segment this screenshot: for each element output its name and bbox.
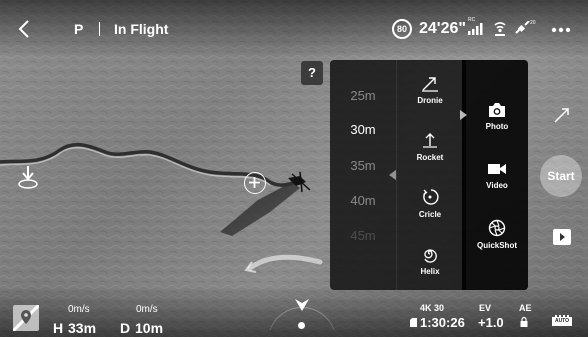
map-button[interactable]: [13, 305, 39, 331]
aircraft-heading-icon: [295, 299, 309, 311]
distance-option-selected[interactable]: 30m: [330, 122, 396, 137]
start-button[interactable]: Start: [540, 155, 582, 197]
distance-option[interactable]: 40m: [330, 193, 396, 208]
mode-label: Rocket: [416, 153, 444, 162]
playback-button[interactable]: [553, 229, 571, 245]
shot-type-video[interactable]: Video: [466, 161, 528, 190]
height-value: 33m: [68, 320, 97, 336]
chevron-left-icon[interactable]: [18, 19, 30, 39]
shot-type-label: Video: [486, 181, 508, 190]
header-divider: [99, 22, 100, 36]
distance-option[interactable]: 35m: [330, 158, 396, 173]
helix-icon: [424, 249, 437, 263]
ev-value[interactable]: +1.0: [478, 315, 504, 330]
flight-mode-letter: P: [74, 21, 84, 37]
quickshot-panel: 25m 30m 35m 40m 45m Dronie Rocket Cricle…: [330, 60, 528, 290]
intelligent-flight-icon[interactable]: [553, 106, 571, 124]
video-icon: [488, 164, 506, 174]
mode-helix[interactable]: Helix: [397, 245, 463, 276]
flight-time: 24'26": [419, 20, 466, 37]
mode-rocket[interactable]: Rocket: [397, 131, 463, 162]
camera-view: P In Flight 80 24'26" RC 20 ? 25m 30m 35…: [0, 0, 588, 337]
circle-icon: [423, 189, 439, 205]
add-target-button[interactable]: [244, 172, 266, 194]
distance-label: D: [120, 320, 131, 336]
height-label: H: [53, 320, 64, 336]
horizontal-speed: 0m/s: [68, 304, 90, 315]
home-point-icon: [18, 166, 38, 189]
dronie-icon: [422, 77, 438, 92]
vertical-speed: 0m/s: [136, 304, 158, 315]
mode-circle[interactable]: Cricle: [397, 188, 463, 219]
record-time: 1:30:26: [420, 315, 465, 330]
gimbal-dot: [298, 322, 305, 329]
distance-value: 10m: [135, 320, 164, 336]
shot-type-photo[interactable]: Photo: [466, 102, 528, 131]
shot-type-quickshot[interactable]: QuickShot: [466, 219, 528, 250]
battery-percent: 80: [396, 24, 407, 34]
flight-status: In Flight: [114, 21, 169, 37]
distance-option[interactable]: 45m: [330, 228, 396, 243]
ae-lock-icon[interactable]: [520, 317, 528, 327]
mode-label: Cricle: [418, 210, 442, 219]
auto-mode-button[interactable]: AUTO: [551, 313, 573, 327]
battery-indicator: 80: [392, 19, 412, 39]
gps-count: 20: [530, 20, 536, 26]
camera-icon: [489, 103, 505, 117]
panel-pointer: [460, 110, 467, 120]
help-label: ?: [308, 65, 316, 80]
shot-type-label: QuickShot: [476, 241, 517, 250]
signal-bars-icon: [468, 23, 483, 35]
sd-card-icon: [410, 318, 417, 327]
resolution: 4K 30: [420, 303, 445, 313]
play-icon: [560, 233, 565, 241]
mode-label: Helix: [420, 267, 440, 276]
help-button[interactable]: ?: [301, 61, 323, 85]
distance-list: 25m 30m 35m 40m 45m: [330, 60, 396, 290]
quickshot-icon: [488, 219, 506, 237]
plus-icon: [249, 177, 260, 188]
mode-label: Dronie: [417, 96, 443, 105]
map-pin-icon: [13, 305, 39, 331]
auto-label: AUTO: [554, 318, 570, 324]
flight-mode-list: Dronie Rocket Cricle Helix: [396, 60, 463, 290]
distance-option[interactable]: 25m: [330, 88, 396, 103]
ev-label: EV: [479, 303, 492, 313]
shot-type-list: Photo Video QuickShot: [462, 60, 528, 290]
transmission-icon: [494, 22, 506, 36]
panel-pointer: [389, 170, 396, 180]
start-label: Start: [547, 169, 575, 183]
rocket-icon: [423, 133, 437, 148]
mode-dronie[interactable]: Dronie: [397, 74, 463, 105]
shot-type-label: Photo: [485, 122, 509, 131]
more-dots-icon[interactable]: [551, 27, 571, 33]
ae-label: AE: [519, 303, 532, 313]
